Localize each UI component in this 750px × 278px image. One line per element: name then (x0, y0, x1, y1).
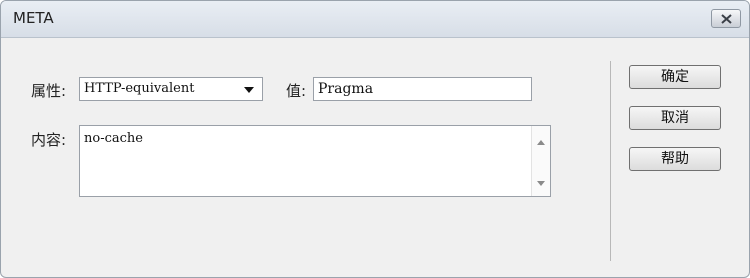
content-label: 内容: (31, 131, 67, 149)
close-icon (721, 14, 732, 24)
value-input[interactable]: Pragma (313, 77, 532, 101)
value-input-text: Pragma (318, 81, 374, 97)
help-button[interactable]: 帮助 (629, 147, 721, 171)
value-label: 值: (286, 82, 307, 100)
cancel-button[interactable]: 取消 (629, 106, 721, 130)
window-title: META (13, 9, 54, 27)
title-bar: META (1, 1, 749, 38)
content-scrollbar[interactable] (531, 126, 550, 196)
scroll-up-icon[interactable] (537, 140, 545, 145)
attribute-select-value: HTTP-equivalent (84, 81, 195, 96)
meta-dialog: META 属性: HTTP-equivalent 值: Pragma 内容: n… (0, 0, 750, 278)
content-textarea[interactable]: no-cache (79, 125, 551, 197)
chevron-down-icon (244, 87, 254, 93)
scroll-down-icon[interactable] (537, 181, 545, 186)
attribute-label: 属性: (31, 82, 67, 100)
content-textarea-text: no-cache (84, 131, 143, 146)
vertical-divider (610, 61, 611, 261)
ok-button[interactable]: 确定 (629, 65, 721, 89)
attribute-select[interactable]: HTTP-equivalent (79, 77, 263, 101)
close-button[interactable] (711, 9, 741, 28)
